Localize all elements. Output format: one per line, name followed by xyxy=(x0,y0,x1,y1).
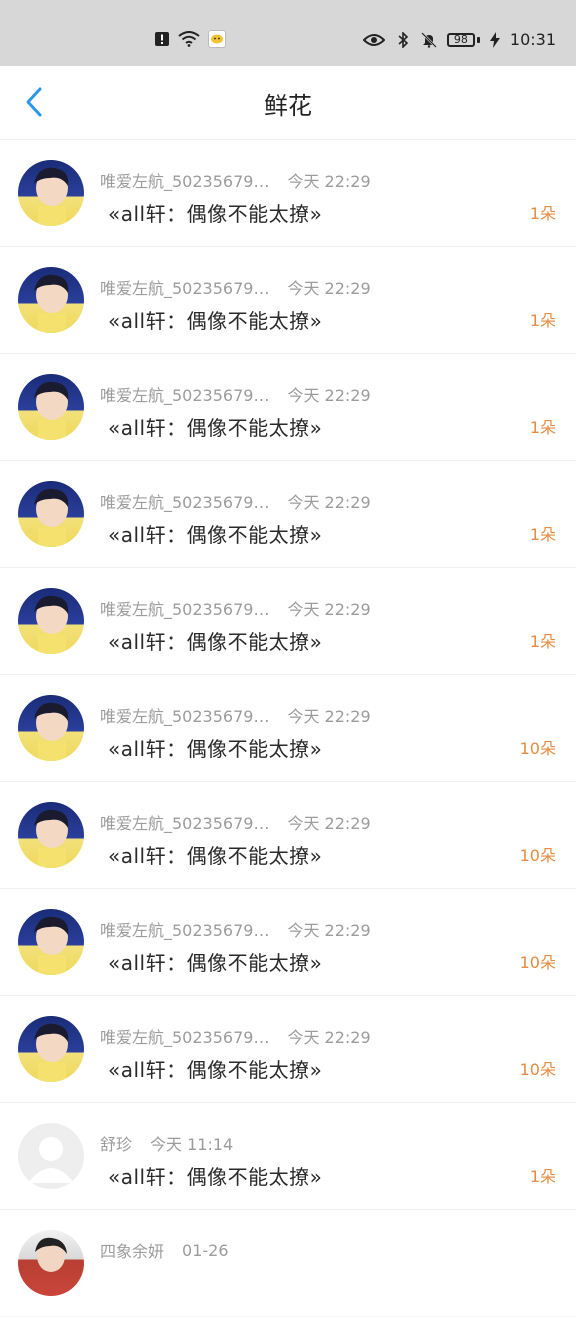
avatar[interactable] xyxy=(18,909,84,975)
sender-name: 唯爱左航_50235679… xyxy=(100,1028,270,1047)
wifi-icon xyxy=(178,31,200,47)
item-message: «all轩：偶像不能太撩» xyxy=(108,416,323,440)
sender-name: 唯爱左航_50235679… xyxy=(100,921,270,940)
sender-name: 唯爱左航_50235679… xyxy=(100,172,270,191)
sent-time: 今天 22:29 xyxy=(287,172,371,191)
app-notification-icon xyxy=(208,30,226,48)
avatar[interactable] xyxy=(18,1123,84,1189)
eye-icon xyxy=(362,32,385,48)
bell-off-icon xyxy=(421,31,437,48)
sender-name: 唯爱左航_50235679… xyxy=(100,279,270,298)
status-left-icons xyxy=(154,30,226,48)
item-meta: 舒珍 今天 11:14 xyxy=(100,1131,233,1155)
flower-count: 1朵 xyxy=(529,525,556,544)
sent-time: 今天 22:29 xyxy=(287,386,371,405)
sent-time: 今天 22:29 xyxy=(287,493,371,512)
sent-time: 今天 22:29 xyxy=(287,600,371,619)
list-item[interactable]: 唯爱左航_50235679… 今天 22:29 «all轩：偶像不能太撩» 10… xyxy=(0,996,576,1103)
sender-name: 唯爱左航_50235679… xyxy=(100,707,270,726)
flower-count: 10朵 xyxy=(519,1060,556,1079)
flower-count: 10朵 xyxy=(519,739,556,758)
battery-tip xyxy=(476,36,480,43)
list-item[interactable]: 唯爱左航_50235679… 今天 22:29 «all轩：偶像不能太撩» 1朵 xyxy=(0,247,576,354)
list-item[interactable]: 唯爱左航_50235679… 今天 22:29 «all轩：偶像不能太撩» 1朵 xyxy=(0,568,576,675)
list-item[interactable]: 舒珍 今天 11:14 «all轩：偶像不能太撩» 1朵 xyxy=(0,1103,576,1210)
list-item[interactable]: 四象余妍 01-26 xyxy=(0,1210,576,1317)
item-message: «all轩：偶像不能太撩» xyxy=(108,1058,323,1082)
page-title: 鲜花 xyxy=(264,92,312,120)
flower-count: 1朵 xyxy=(529,311,556,330)
avatar[interactable] xyxy=(18,481,84,547)
lightning-icon xyxy=(489,31,500,48)
item-message: «all轩：偶像不能太撩» xyxy=(108,309,323,333)
sender-name: 唯爱左航_50235679… xyxy=(100,814,270,833)
item-meta: 四象余妍 01-26 xyxy=(100,1238,229,1262)
avatar[interactable] xyxy=(18,267,84,333)
item-message: «all轩：偶像不能太撩» xyxy=(108,523,323,547)
avatar[interactable] xyxy=(18,1016,84,1082)
flower-count: 1朵 xyxy=(529,204,556,223)
sender-name: 唯爱左航_50235679… xyxy=(100,386,270,405)
item-message: «all轩：偶像不能太撩» xyxy=(108,737,323,761)
item-message: «all轩：偶像不能太撩» xyxy=(108,844,323,868)
avatar[interactable] xyxy=(18,1230,84,1296)
alert-square-icon xyxy=(154,31,170,47)
status-right-icons: 98 10:31 xyxy=(362,30,556,49)
sender-name: 唯爱左航_50235679… xyxy=(100,493,270,512)
battery-indicator: 98 xyxy=(446,32,480,47)
item-meta: 唯爱左航_50235679… 今天 22:29 xyxy=(100,275,371,299)
sender-name: 舒珍 xyxy=(100,1135,133,1154)
bluetooth-icon xyxy=(395,31,411,48)
flower-count: 10朵 xyxy=(519,846,556,865)
sender-name: 唯爱左航_50235679… xyxy=(100,600,270,619)
item-meta: 唯爱左航_50235679… 今天 22:29 xyxy=(100,382,371,406)
item-meta: 唯爱左航_50235679… 今天 22:29 xyxy=(100,489,371,513)
battery-level: 98 xyxy=(446,32,475,47)
sent-time: 今天 11:14 xyxy=(150,1135,234,1154)
item-meta: 唯爱左航_50235679… 今天 22:29 xyxy=(100,703,371,727)
status-time: 10:31 xyxy=(509,30,556,49)
avatar[interactable] xyxy=(18,160,84,226)
avatar[interactable] xyxy=(18,588,84,654)
default-avatar-icon xyxy=(28,1137,74,1183)
item-message: «all轩：偶像不能太撩» xyxy=(108,1165,323,1189)
sent-time: 今天 22:29 xyxy=(287,921,371,940)
item-meta: 唯爱左航_50235679… 今天 22:29 xyxy=(100,917,371,941)
sender-name: 四象余妍 xyxy=(100,1242,165,1261)
avatar[interactable] xyxy=(18,695,84,761)
item-meta: 唯爱左航_50235679… 今天 22:29 xyxy=(100,1024,371,1048)
sent-time: 今天 22:29 xyxy=(287,1028,371,1047)
status-bar: 98 10:31 xyxy=(0,0,576,66)
sent-time: 今天 22:29 xyxy=(287,814,371,833)
item-meta: 唯爱左航_50235679… 今天 22:29 xyxy=(100,168,371,192)
flower-count: 1朵 xyxy=(529,632,556,651)
item-message: «all轩：偶像不能太撩» xyxy=(108,202,323,226)
app-header: 鲜花 xyxy=(0,66,576,140)
item-message: «all轩：偶像不能太撩» xyxy=(108,951,323,975)
sent-time: 01-26 xyxy=(182,1240,229,1260)
list-item[interactable]: 唯爱左航_50235679… 今天 22:29 «all轩：偶像不能太撩» 10… xyxy=(0,675,576,782)
list-item[interactable]: 唯爱左航_50235679… 今天 22:29 «all轩：偶像不能太撩» 1朵 xyxy=(0,354,576,461)
flower-list: 唯爱左航_50235679… 今天 22:29 «all轩：偶像不能太撩» 1朵… xyxy=(0,140,576,1317)
list-item[interactable]: 唯爱左航_50235679… 今天 22:29 «all轩：偶像不能太撩» 10… xyxy=(0,782,576,889)
flower-count: 1朵 xyxy=(529,418,556,437)
avatar[interactable] xyxy=(18,802,84,868)
item-meta: 唯爱左航_50235679… 今天 22:29 xyxy=(100,596,371,620)
sent-time: 今天 22:29 xyxy=(287,279,371,298)
flower-count: 1朵 xyxy=(529,1167,556,1186)
flower-count: 10朵 xyxy=(519,953,556,972)
avatar[interactable] xyxy=(18,374,84,440)
list-item[interactable]: 唯爱左航_50235679… 今天 22:29 «all轩：偶像不能太撩» 1朵 xyxy=(0,140,576,247)
item-meta: 唯爱左航_50235679… 今天 22:29 xyxy=(100,810,371,834)
sent-time: 今天 22:29 xyxy=(287,707,371,726)
item-message: «all轩：偶像不能太撩» xyxy=(108,630,323,654)
list-item[interactable]: 唯爱左航_50235679… 今天 22:29 «all轩：偶像不能太撩» 10… xyxy=(0,889,576,996)
list-item[interactable]: 唯爱左航_50235679… 今天 22:29 «all轩：偶像不能太撩» 1朵 xyxy=(0,461,576,568)
